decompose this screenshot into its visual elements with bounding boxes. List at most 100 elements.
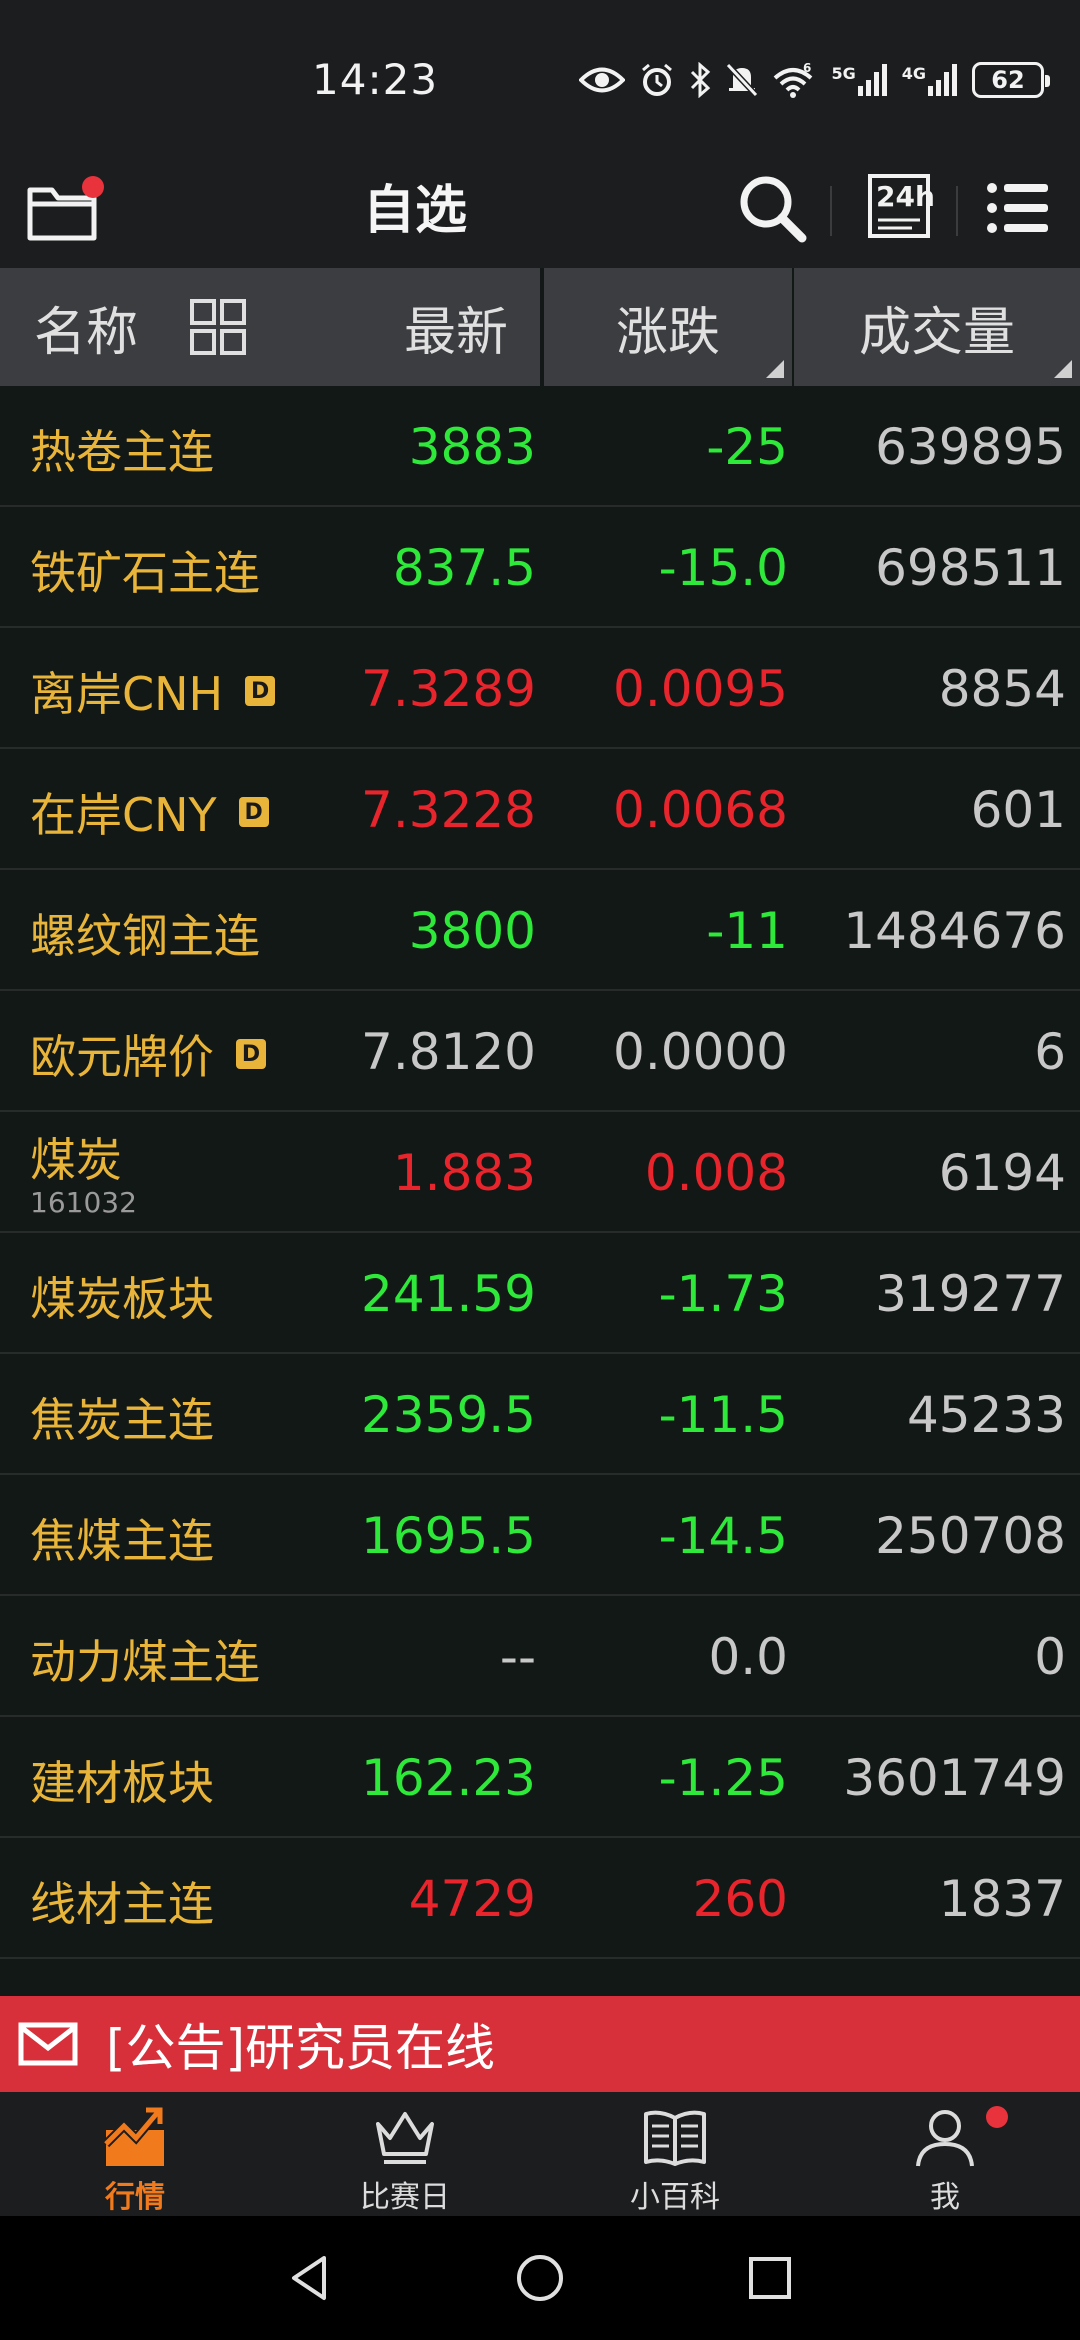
app-bar: 自选 24h	[0, 150, 1080, 268]
nav-item-wiki[interactable]: 小百科	[540, 2092, 810, 2216]
column-change[interactable]: 涨跌	[544, 268, 792, 386]
notice-banner[interactable]: [公告]研究员在线	[0, 1996, 1080, 2092]
row-name: 焦煤主连	[30, 1505, 214, 1571]
nav-label: 行情	[105, 2180, 165, 2215]
table-row[interactable]: 铁矿石主连 837.5 -15.0 698511	[0, 507, 1080, 628]
row-name: 螺纹钢主连	[30, 900, 260, 966]
search-button[interactable]	[732, 168, 812, 248]
row-name-text: 在岸CNY	[30, 788, 217, 842]
nav-item-market[interactable]: 行情	[0, 2092, 270, 2216]
row-volume: 45233	[906, 1386, 1066, 1444]
row-latest: 241.59	[361, 1265, 536, 1323]
row-volume: 1837	[938, 1870, 1066, 1928]
row-name-text: 煤炭板块	[30, 1272, 214, 1326]
row-change: -11.5	[658, 1386, 788, 1444]
row-volume: 698511	[875, 539, 1066, 597]
row-name: 热卷主连	[30, 416, 214, 482]
table-row[interactable]: 焦炭主连 2359.5 -11.5 45233	[0, 1354, 1080, 1475]
list-menu-icon	[987, 183, 1048, 233]
row-change: -11	[706, 902, 788, 960]
bluetooth-icon	[691, 62, 711, 98]
table-row[interactable]: 建材板块 162.23 -1.25 3601749	[0, 1717, 1080, 1838]
table-row[interactable]: 热卷主连 3883 -25 639895	[0, 386, 1080, 507]
status-icons: 6 5G 4G 62	[579, 58, 1050, 102]
column-volume-label: 成交量	[858, 302, 1015, 363]
row-name: 欧元牌价 D	[30, 1021, 266, 1087]
sort-indicator-icon	[766, 360, 784, 378]
nav-item-match-day[interactable]: 比赛日	[270, 2092, 540, 2216]
table-row[interactable]: 线材主连 4729 260 1837	[0, 1838, 1080, 1959]
table-row[interactable]: 焦煤主连 1695.5 -14.5 250708	[0, 1475, 1080, 1596]
mute-icon	[726, 62, 759, 98]
table-row[interactable]: 在岸CNY D 7.3228 0.0068 601	[0, 749, 1080, 870]
row-name: 建材板块	[30, 1747, 214, 1813]
back-icon[interactable]	[284, 2252, 336, 2304]
recents-icon[interactable]	[744, 2252, 796, 2304]
row-latest: 1695.5	[361, 1507, 536, 1565]
row-change: 0.0095	[613, 660, 788, 718]
24h-button[interactable]: 24h	[862, 170, 938, 246]
column-change-label: 涨跌	[615, 302, 720, 363]
row-code: 161032	[30, 1186, 137, 1219]
list-menu-button[interactable]	[982, 172, 1054, 244]
row-volume: 250708	[875, 1507, 1066, 1565]
row-change: 0.0068	[613, 781, 788, 839]
row-latest: 2359.5	[361, 1386, 536, 1444]
table-row[interactable]: 欧元牌价 D 7.8120 0.0000 6	[0, 991, 1080, 1112]
row-name: 离岸CNH D	[30, 658, 276, 724]
home-icon[interactable]	[514, 2252, 566, 2304]
row-name: 煤炭板块	[30, 1263, 214, 1329]
row-name-text: 线材主连	[30, 1877, 214, 1931]
row-latest: 1.883	[392, 1144, 536, 1202]
signal-4g-label: 4G	[901, 64, 926, 83]
watchlist-table: 热卷主连 3883 -25 639895 铁矿石主连 837.5 -15.0 698511 离岸…	[0, 386, 1080, 1959]
status-time: 14:23	[312, 55, 439, 104]
table-row[interactable]: 螺纹钢主连 3800 -11 1484676	[0, 870, 1080, 991]
row-name-text: 动力煤主连	[30, 1635, 260, 1689]
row-change: 0.008	[644, 1144, 788, 1202]
user-icon	[916, 2110, 974, 2167]
signal-icon	[857, 64, 887, 96]
app-root: 14:23 6 5G 4G 62 自选 24h 名称 最新 涨跌 成交量 热卷主…	[0, 0, 1080, 2340]
row-name: 焦炭主连	[30, 1384, 214, 1450]
column-latest[interactable]: 最新	[404, 290, 540, 365]
row-change: -25	[706, 418, 788, 476]
row-name: 煤炭	[30, 1124, 122, 1190]
signal-icon	[928, 64, 957, 96]
table-row[interactable]: 动力煤主连 -- 0.0 0	[0, 1596, 1080, 1717]
grid-icon[interactable]	[190, 299, 247, 355]
row-change: -1.73	[658, 1265, 788, 1323]
row-name: 线材主连	[30, 1868, 214, 1934]
status-bar: 14:23 6 5G 4G 62	[0, 0, 1080, 150]
table-row[interactable]: 煤炭 161032 1.883 0.008 6194	[0, 1112, 1080, 1233]
row-latest: --	[499, 1628, 536, 1686]
column-name[interactable]: 名称	[34, 290, 138, 365]
row-volume: 8854	[938, 660, 1066, 718]
chart-trend-icon	[102, 2107, 164, 2166]
table-row[interactable]: 离岸CNH D 7.3289 0.0095 8854	[0, 628, 1080, 749]
sort-indicator-icon	[1054, 360, 1072, 378]
crown-icon	[376, 2112, 434, 2164]
row-latest: 7.8120	[361, 1023, 536, 1081]
row-latest: 4729	[408, 1870, 536, 1928]
row-latest: 162.23	[361, 1749, 536, 1807]
search-icon	[740, 176, 807, 243]
row-volume: 601	[970, 781, 1066, 839]
row-name: 在岸CNY D	[30, 779, 269, 845]
book-icon	[644, 2110, 706, 2166]
nav-item-me[interactable]: 我	[810, 2092, 1080, 2216]
row-latest: 3800	[408, 902, 536, 960]
system-nav-bar	[0, 2216, 1080, 2340]
table-row[interactable]: 煤炭板块 241.59 -1.73 319277	[0, 1233, 1080, 1354]
row-volume: 0	[1034, 1628, 1066, 1686]
column-volume[interactable]: 成交量	[794, 268, 1080, 386]
nav-label: 我	[930, 2180, 960, 2215]
row-name-text: 焦炭主连	[30, 1393, 214, 1447]
row-volume: 1484676	[843, 902, 1066, 960]
row-name-text: 热卷主连	[30, 425, 214, 479]
row-volume: 3601749	[843, 1749, 1066, 1807]
wifi-icon: 6	[774, 62, 813, 98]
row-name: 动力煤主连	[30, 1626, 260, 1692]
row-volume: 319277	[875, 1265, 1066, 1323]
signal-5g-label: 5G	[831, 64, 856, 83]
